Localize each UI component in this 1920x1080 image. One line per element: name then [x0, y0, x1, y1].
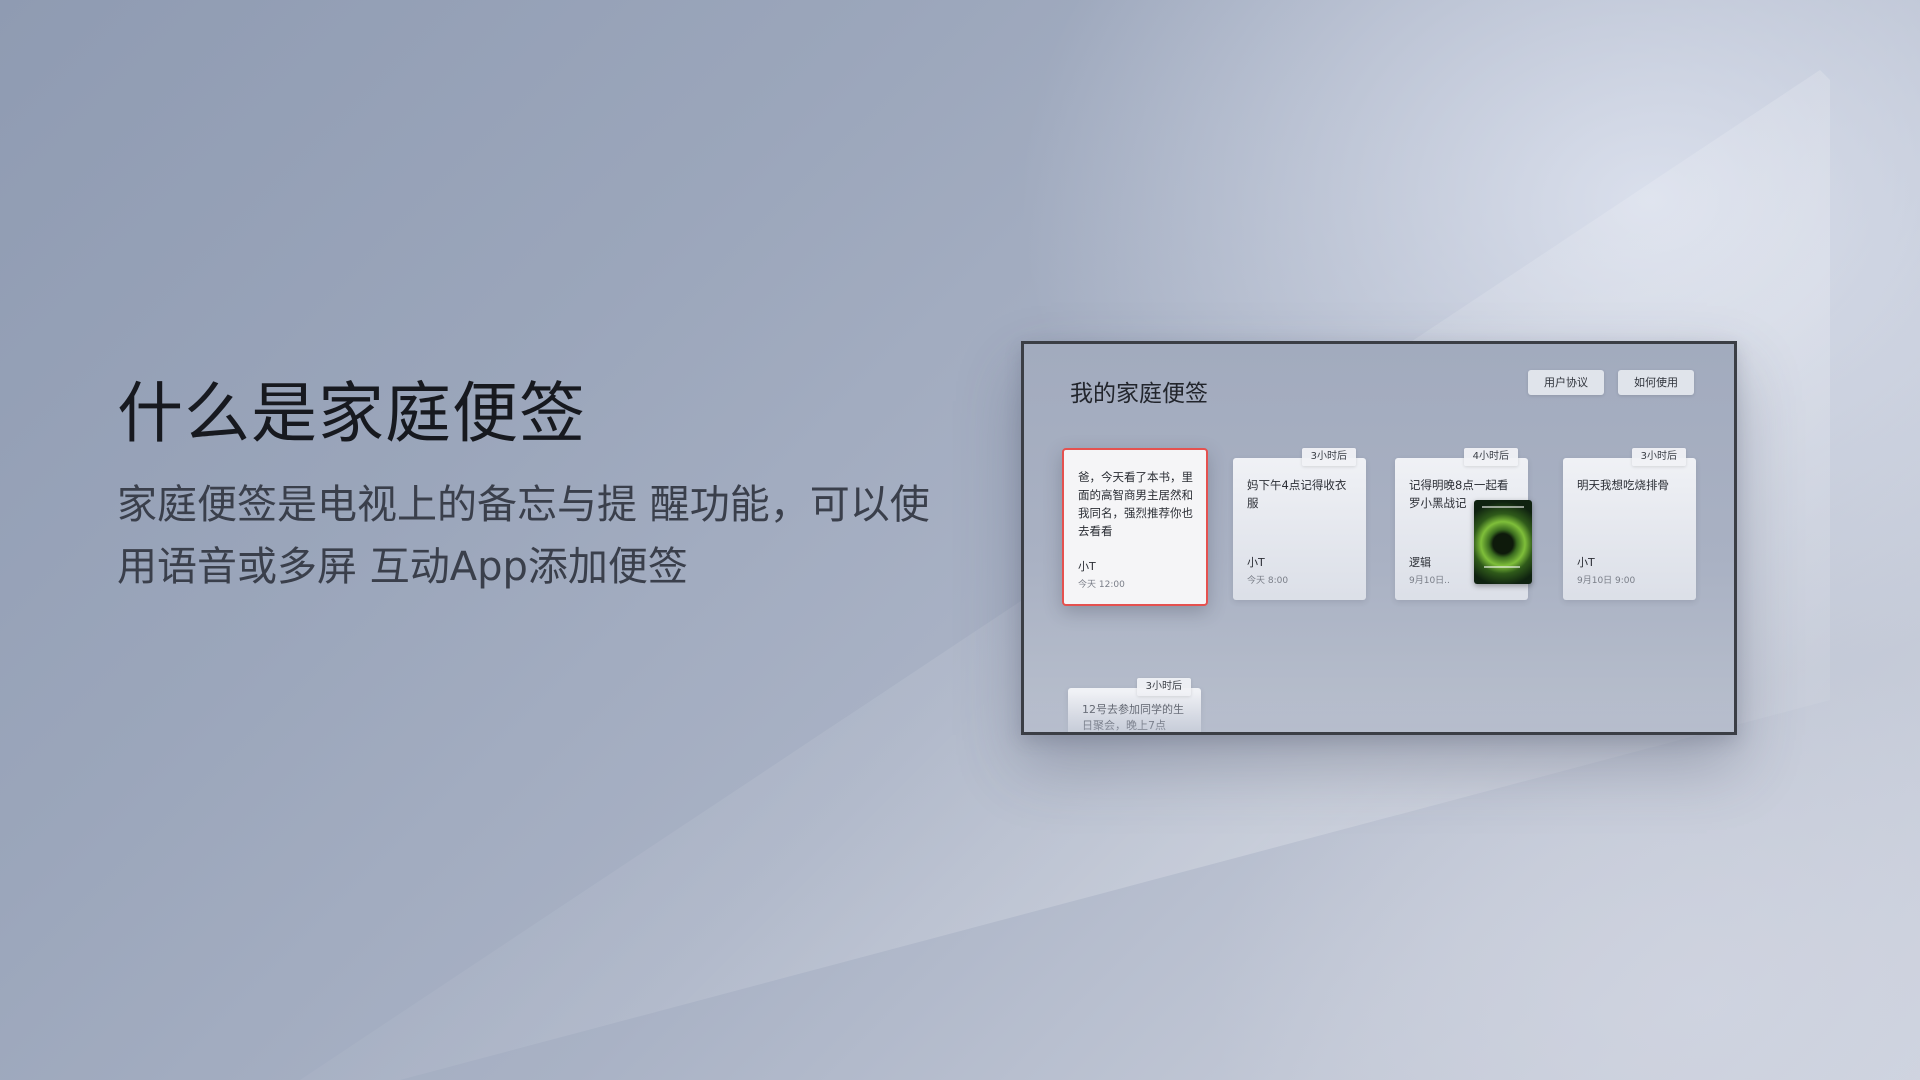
note-author: 小T — [1247, 556, 1265, 569]
note-text: 妈下午4点记得收衣服 — [1247, 478, 1347, 510]
note-text: 明天我想吃烧排骨 — [1577, 478, 1669, 492]
how-to-use-button[interactable]: 如何使用 — [1618, 370, 1694, 395]
note-card[interactable]: 3小时后 明天我想吃烧排骨 小T 9月10日 9:00 — [1563, 448, 1696, 600]
note-author: 小T — [1577, 556, 1595, 569]
note-reminder-tag: 3小时后 — [1301, 448, 1356, 466]
user-agreement-button[interactable]: 用户协议 — [1528, 370, 1604, 395]
tv-page-title: 我的家庭便签 — [1070, 381, 1208, 407]
hero-description-line-1: 家庭便签是电视上的备忘与提 醒功能，可以使 — [117, 482, 930, 528]
note-author: 小T — [1078, 560, 1096, 573]
note-time: 9月10日.. — [1409, 576, 1450, 586]
note-reminder-tag: 3小时后 — [1631, 448, 1686, 466]
movie-poster-thumbnail — [1474, 500, 1532, 584]
note-reminder-tag: 4小时后 — [1463, 448, 1518, 466]
note-author: 逻辑 — [1409, 556, 1431, 569]
note-card[interactable]: 3小时后 妈下午4点记得收衣服 小T 今天 8:00 — [1233, 448, 1366, 600]
hero-title: 什么是家庭便签 — [117, 375, 586, 452]
note-time: 今天 8:00 — [1247, 576, 1289, 586]
tv-frame: 我的家庭便签 用户协议 如何使用 爸，今天看了本书，里面的高智商男主居然和我同名… — [1021, 341, 1737, 735]
note-time: 9月10日 9:00 — [1577, 576, 1636, 586]
note-card-focused[interactable]: 爸，今天看了本书，里面的高智商男主居然和我同名，强烈推荐你也去看看 小T 今天 … — [1062, 448, 1208, 606]
note-card[interactable]: 3小时后 12号去参加同学的生日聚会，晚上7点 — [1068, 678, 1201, 732]
note-time: 今天 12:00 — [1078, 580, 1125, 590]
hero-description-line-2: 用语音或多屏 互动App添加便签 — [117, 544, 688, 590]
note-reminder-tag: 3小时后 — [1136, 678, 1191, 696]
note-text: 12号去参加同学的生日聚会，晚上7点 — [1082, 703, 1184, 732]
note-card[interactable]: 4小时后 记得明晚8点一起看罗小黑战记 逻辑 9月10日.. — [1395, 448, 1532, 600]
hero-description: 家庭便签是电视上的备忘与提 醒功能，可以使 用语音或多屏 互动App添加便签 — [117, 474, 937, 598]
tv-screen: 我的家庭便签 用户协议 如何使用 爸，今天看了本书，里面的高智商男主居然和我同名… — [1024, 344, 1734, 732]
note-text: 爸，今天看了本书，里面的高智商男主居然和我同名，强烈推荐你也去看看 — [1078, 470, 1193, 538]
